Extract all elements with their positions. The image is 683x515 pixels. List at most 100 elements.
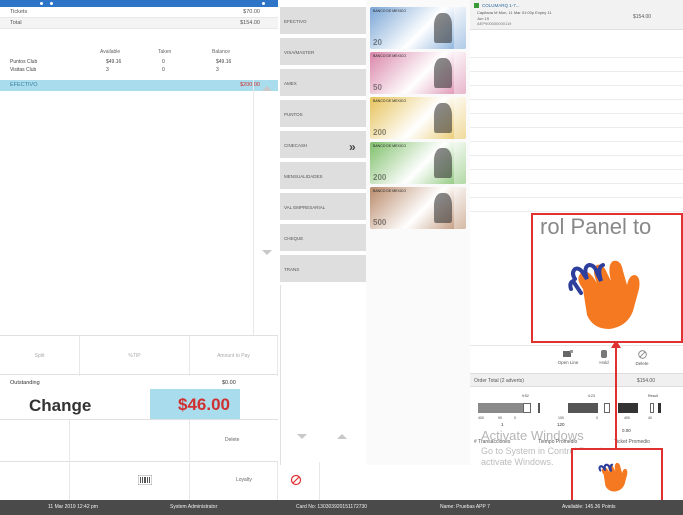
delete-order-button[interactable]: Delete: [622, 346, 662, 374]
available-header: Available: [100, 49, 121, 55]
payment-method-button[interactable]: PUNTOS: [280, 100, 366, 129]
scroll-down-icon[interactable]: [297, 434, 307, 439]
hand-wave-icon[interactable]: [597, 458, 633, 494]
order-empty-row: [470, 198, 683, 212]
cancel-icon: [290, 474, 302, 486]
delete-label: Delete: [635, 361, 649, 366]
performance-gauge: 9:52 4:23 Result 400 90 0 100 0 400 40: [478, 394, 678, 420]
selected-payment-method: EFECTIVO: [10, 82, 38, 88]
order-total-value: $154.00: [636, 378, 655, 384]
order-empty-row: [470, 100, 683, 114]
delete-button[interactable]: Delete: [225, 437, 239, 443]
amount-to-pay-button[interactable]: Amount to Pay: [190, 336, 278, 376]
hold-icon: [601, 350, 607, 358]
gauge-tick-label: 9:52: [522, 394, 529, 398]
bill-button[interactable]: BANCO DE MEXICO 200: [370, 142, 466, 184]
bill-bank-label: BANCO DE MEXICO: [373, 144, 407, 148]
scroll-down-icon[interactable]: [262, 250, 272, 255]
loyalty-button[interactable]: Loyalty: [190, 462, 278, 500]
bill-strip: [454, 142, 466, 184]
gauge-segment: [618, 403, 638, 413]
balance-table: Puntos Club $49.16 0 $49.16 Visitas Club…: [10, 58, 270, 74]
cancel-button[interactable]: [278, 462, 320, 500]
taken-header: Taken: [158, 49, 172, 55]
status-datetime: 11 Mar 2019 12:42 pm: [48, 504, 98, 510]
selected-payment-row[interactable]: EFECTIVO $200.00: [0, 80, 278, 91]
order-item-detail: Capitana M Mon, 11 Mar 01:00p Expiry 11: [477, 10, 552, 15]
bill-button[interactable]: BANCO DE MEXICO 500: [370, 187, 466, 229]
order-empty-row: [470, 114, 683, 128]
order-empty-row: [470, 142, 683, 156]
payment-method-button[interactable]: MENSUALIDADES: [280, 162, 366, 191]
order-empty-row: [470, 184, 683, 198]
transactions-value: 1: [501, 422, 504, 427]
balance-row-balance: $49.16: [216, 59, 232, 65]
outstanding-label: Outstanding: [10, 380, 40, 386]
total-value: $154.00: [240, 20, 260, 26]
payment-summary: Tickets $70.00 Total $154.00: [0, 7, 278, 29]
bill-bank-label: BANCO DE MEXICO: [373, 9, 407, 13]
balance-row-taken: 0: [162, 59, 165, 65]
activation-watermark-title: Activate Windows: [481, 428, 584, 443]
portrait-icon: [434, 103, 452, 133]
pointer-line: [615, 343, 617, 448]
total-label: Total: [10, 20, 22, 26]
bill-button[interactable]: BANCO DE MEXICO 50: [370, 52, 466, 94]
tickets-value: $70.00: [243, 9, 260, 15]
order-empty-row: [470, 58, 683, 72]
tray-icon-highlight: [571, 448, 663, 503]
bill-strip: [454, 97, 466, 139]
tickets-row: Tickets $70.00: [0, 7, 278, 18]
gauge-tick-label: 400: [478, 416, 484, 420]
portrait-icon: [434, 148, 452, 178]
balance-row-available: 3: [106, 67, 109, 73]
expand-arrow-icon[interactable]: »: [349, 140, 356, 154]
payment-method-button[interactable]: EFECTIVO: [280, 7, 366, 36]
hold-button[interactable]: Hold: [584, 346, 624, 374]
disabled-action: [510, 346, 550, 374]
outstanding-row: Outstanding $0.00: [0, 377, 278, 389]
barcode-button[interactable]: [70, 462, 190, 500]
avg-time-value: 120: [557, 422, 565, 427]
window-dot-icon: [50, 2, 53, 5]
split-button[interactable]: Split: [0, 336, 80, 376]
bill-strip: [454, 7, 466, 49]
balance-row-taken: 0: [162, 67, 165, 73]
bill-bank-label: BANCO DE MEXICO: [373, 189, 407, 193]
tip-button[interactable]: %TIP: [80, 336, 190, 376]
bill-button[interactable]: BANCO DE MEXICO 20: [370, 7, 466, 49]
scroll-up-icon[interactable]: [337, 434, 347, 439]
empty-cell: [0, 420, 70, 463]
open-line-label: Open Line: [557, 360, 579, 365]
balance-row: Visitas Club 3 0 3: [10, 66, 270, 74]
gauge-tick-label: 100: [558, 416, 564, 420]
order-item-price: $154.00: [633, 14, 652, 20]
change-label: Change: [29, 396, 92, 415]
payment-method-button[interactable]: CHEQUE: [280, 224, 366, 253]
bill-denomination: 20: [373, 38, 382, 47]
empty-cell: [0, 462, 70, 500]
payment-method-button[interactable]: VISA/MASTER: [280, 38, 366, 67]
bill-strip: [454, 52, 466, 94]
bill-button[interactable]: BANCO DE MEXICO 200: [370, 97, 466, 139]
bill-denomination: 200: [373, 128, 387, 137]
gauge-tick-label: Result: [648, 394, 658, 398]
bill-bank-label: BANCO DE MEXICO: [373, 54, 407, 58]
balance-row: Puntos Club $49.16 0 $49.16: [10, 58, 270, 66]
checkbox-icon[interactable]: [474, 3, 479, 8]
scroll-up-icon[interactable]: [262, 86, 272, 91]
order-empty-row: [470, 86, 683, 100]
cash-denominations: BANCO DE MEXICO 20 BANCO DE MEXICO 50 BA…: [366, 0, 470, 465]
order-actions: Open Line Hold Delete: [470, 345, 683, 373]
payment-method-button[interactable]: VAL EMPRESARIAL: [280, 193, 366, 222]
open-line-button[interactable]: Open Line: [548, 346, 588, 374]
window-dot-icon: [40, 2, 43, 5]
balance-row-available: $49.16: [106, 59, 122, 65]
order-empty-row: [470, 72, 683, 86]
avg-ticket-label: Ticket Promedio: [614, 439, 650, 445]
bottom-toolbar: Loyalty: [0, 462, 360, 500]
gauge-segment: [658, 403, 661, 413]
left-scrollbar[interactable]: [253, 80, 278, 335]
payment-method-button[interactable]: TRANS: [280, 255, 366, 284]
payment-method-button[interactable]: AMEX: [280, 69, 366, 98]
